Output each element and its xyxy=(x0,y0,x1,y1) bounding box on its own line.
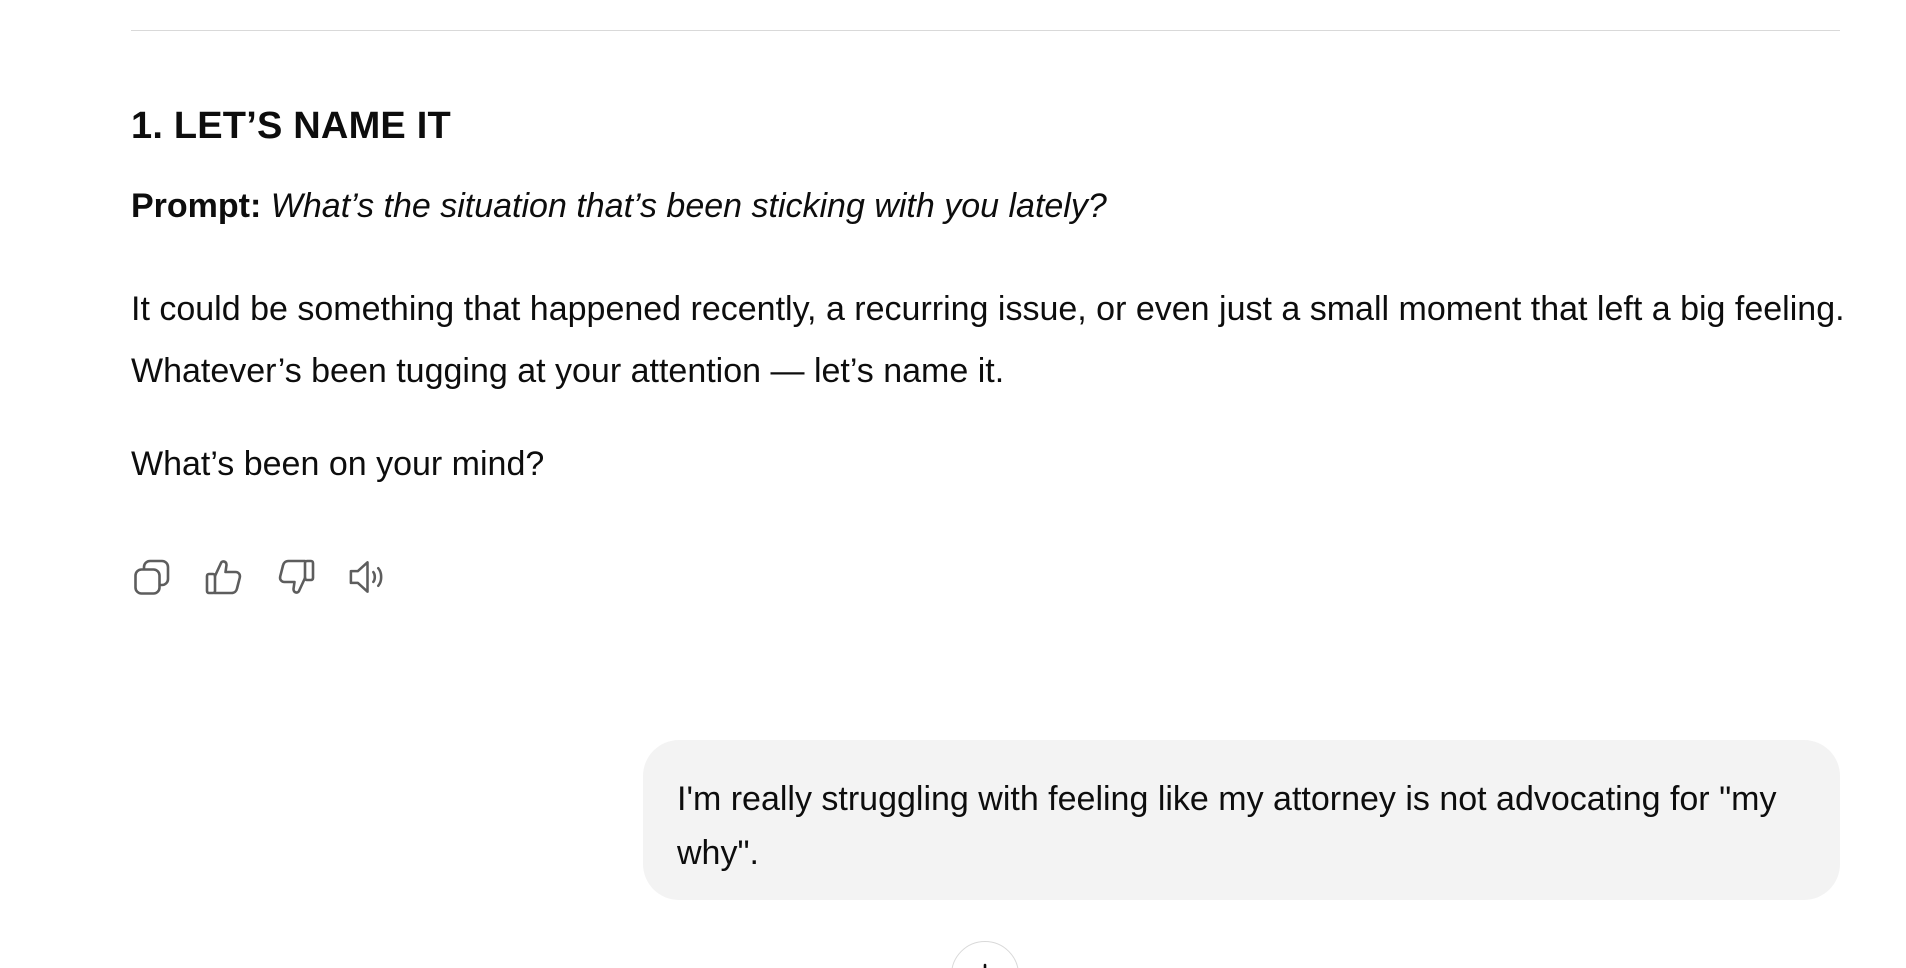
good-response-button[interactable] xyxy=(203,556,244,597)
scroll-to-bottom-button[interactable] xyxy=(951,941,1019,968)
thumbs-up-icon xyxy=(205,559,241,594)
thumbs-down-icon xyxy=(278,559,314,594)
bad-response-button[interactable] xyxy=(275,556,316,597)
user-message-bubble: I'm really struggling with feeling like … xyxy=(643,740,1840,900)
prompt-text: What’s the situation that’s been stickin… xyxy=(270,187,1107,225)
prompt-label: Prompt: xyxy=(131,187,262,225)
prompt-line: Prompt: What’s the situation that’s been… xyxy=(131,184,1107,228)
copy-button[interactable] xyxy=(131,556,172,597)
speaker-icon xyxy=(349,560,383,593)
message-heading: 1. LET’S NAME IT xyxy=(131,105,451,147)
message-question: What’s been on your mind? xyxy=(131,445,545,483)
arrow-down-icon xyxy=(983,963,987,968)
copy-icon xyxy=(133,559,169,595)
message-paragraph: It could be something that happened rece… xyxy=(131,290,1845,390)
message-divider xyxy=(131,30,1840,31)
message-actions xyxy=(131,556,388,597)
user-message-text: I'm really struggling with feeling like … xyxy=(677,780,1777,872)
read-aloud-button[interactable] xyxy=(347,556,388,597)
